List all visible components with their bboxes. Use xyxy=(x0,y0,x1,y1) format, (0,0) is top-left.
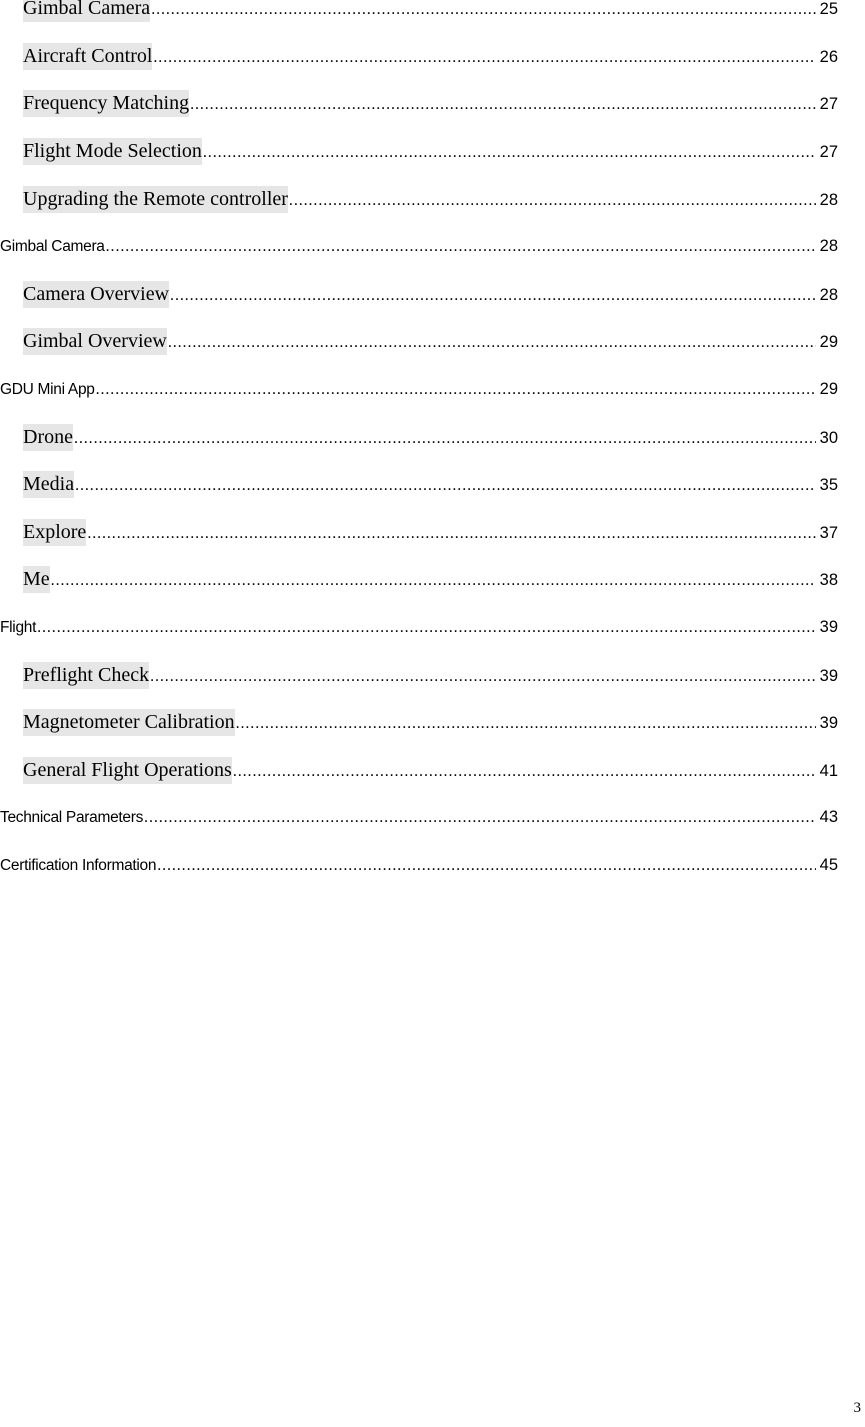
toc-entry-gimbal-camera-sub[interactable]: Gimbal Camera 25 xyxy=(0,0,865,33)
toc-entry-gimbal-camera[interactable]: Gimbal Camera 28 xyxy=(0,223,865,271)
toc-entry-title[interactable]: GDU Mini App xyxy=(0,381,95,399)
toc-entry-page: 41 xyxy=(819,761,838,780)
dot-leader xyxy=(87,525,816,543)
table-of-contents: Gimbal Camera 25 Aircraft Control 26 Frequ… xyxy=(0,0,865,889)
toc-entry-title[interactable]: Gimbal Camera xyxy=(0,238,105,256)
dot-leader xyxy=(37,619,816,637)
toc-entry-gdu-mini-app[interactable]: GDU Mini App 29 xyxy=(0,366,865,414)
toc-entry-aircraft-control[interactable]: Aircraft Control 26 xyxy=(0,33,865,81)
toc-entry-title[interactable]: Certification Information xyxy=(0,857,156,875)
dot-leader xyxy=(144,809,816,827)
dot-leader xyxy=(233,763,816,781)
toc-entry-page: 28 xyxy=(819,285,838,304)
toc-entry-technical-parameters[interactable]: Technical Parameters 43 xyxy=(0,794,865,842)
toc-entry-page: 39 xyxy=(819,618,838,637)
toc-entry-page: 25 xyxy=(819,0,838,19)
toc-entry-page: 26 xyxy=(819,47,838,66)
toc-entry-title[interactable]: Magnetometer Calibration xyxy=(23,709,235,737)
toc-entry-title[interactable]: Explore xyxy=(23,518,87,546)
toc-entry-title[interactable]: Preflight Check xyxy=(23,661,150,689)
toc-entry-title[interactable]: Aircraft Control xyxy=(23,42,153,70)
toc-entry-title[interactable]: Technical Parameters xyxy=(0,809,143,827)
toc-entry-page: 28 xyxy=(819,190,838,209)
toc-entry-magnetometer-calibration[interactable]: Magnetometer Calibration 39 xyxy=(0,699,865,747)
toc-entry-page: 27 xyxy=(819,143,838,162)
toc-entry-page: 35 xyxy=(819,476,838,495)
dot-leader xyxy=(51,572,816,590)
dot-leader xyxy=(96,381,816,399)
toc-entry-drone[interactable]: Drone 30 xyxy=(0,413,865,461)
toc-entry-flight-mode-selection[interactable]: Flight Mode Selection 27 xyxy=(0,128,865,176)
toc-entry-certification-information[interactable]: Certification Information 45 xyxy=(0,842,865,890)
toc-entry-page: 29 xyxy=(819,380,838,399)
toc-entry-title[interactable]: Flight xyxy=(0,619,36,637)
toc-entry-title[interactable]: Flight Mode Selection xyxy=(23,138,202,166)
dot-leader xyxy=(150,668,816,686)
toc-entry-title[interactable]: Me xyxy=(23,566,50,594)
page-number: 3 xyxy=(853,1400,862,1416)
toc-entry-title[interactable]: Camera Overview xyxy=(23,280,170,308)
dot-leader xyxy=(236,715,816,733)
toc-entry-page: 38 xyxy=(819,571,838,590)
toc-entry-title[interactable]: Frequency Matching xyxy=(23,90,190,118)
dot-leader xyxy=(151,1,816,19)
dot-leader xyxy=(170,287,816,305)
toc-entry-me[interactable]: Me 38 xyxy=(0,556,865,604)
dot-leader xyxy=(190,96,816,114)
toc-entry-general-flight-operations[interactable]: General Flight Operations 41 xyxy=(0,747,865,795)
toc-entry-page: 39 xyxy=(819,666,838,685)
toc-entry-title[interactable]: Gimbal Overview xyxy=(23,328,167,356)
dot-leader xyxy=(75,477,816,495)
toc-entry-title[interactable]: Gimbal Camera xyxy=(23,0,151,23)
toc-entry-gimbal-overview[interactable]: Gimbal Overview 29 xyxy=(0,318,865,366)
toc-entry-flight[interactable]: Flight 39 xyxy=(0,604,865,652)
toc-entry-page: 37 xyxy=(819,523,838,542)
toc-entry-page: 29 xyxy=(819,333,838,352)
dot-leader xyxy=(106,238,816,256)
toc-entry-page: 30 xyxy=(819,428,838,447)
toc-entry-media[interactable]: Media 35 xyxy=(0,461,865,509)
toc-entry-title[interactable]: General Flight Operations xyxy=(23,756,232,784)
dot-leader xyxy=(74,430,816,448)
toc-entry-page: 27 xyxy=(819,95,838,114)
toc-entry-title[interactable]: Media xyxy=(23,471,75,499)
toc-entry-preflight-check[interactable]: Preflight Check 39 xyxy=(0,651,865,699)
toc-entry-frequency-matching[interactable]: Frequency Matching 27 xyxy=(0,80,865,128)
dot-leader xyxy=(289,192,816,210)
dot-leader xyxy=(157,857,816,875)
dot-leader xyxy=(203,144,816,162)
toc-entry-camera-overview[interactable]: Camera Overview 28 xyxy=(0,271,865,319)
toc-entry-title[interactable]: Upgrading the Remote controller xyxy=(23,185,288,213)
toc-entry-page: 28 xyxy=(819,237,838,256)
toc-entry-explore[interactable]: Explore 37 xyxy=(0,509,865,557)
toc-entry-upgrading-remote-controller[interactable]: Upgrading the Remote controller 28 xyxy=(0,175,865,223)
toc-entry-page: 43 xyxy=(819,808,838,827)
dot-leader xyxy=(168,334,816,352)
dot-leader xyxy=(153,49,816,67)
toc-entry-title[interactable]: Drone xyxy=(23,423,73,451)
toc-entry-page: 45 xyxy=(819,855,838,874)
toc-entry-page: 39 xyxy=(819,714,838,733)
